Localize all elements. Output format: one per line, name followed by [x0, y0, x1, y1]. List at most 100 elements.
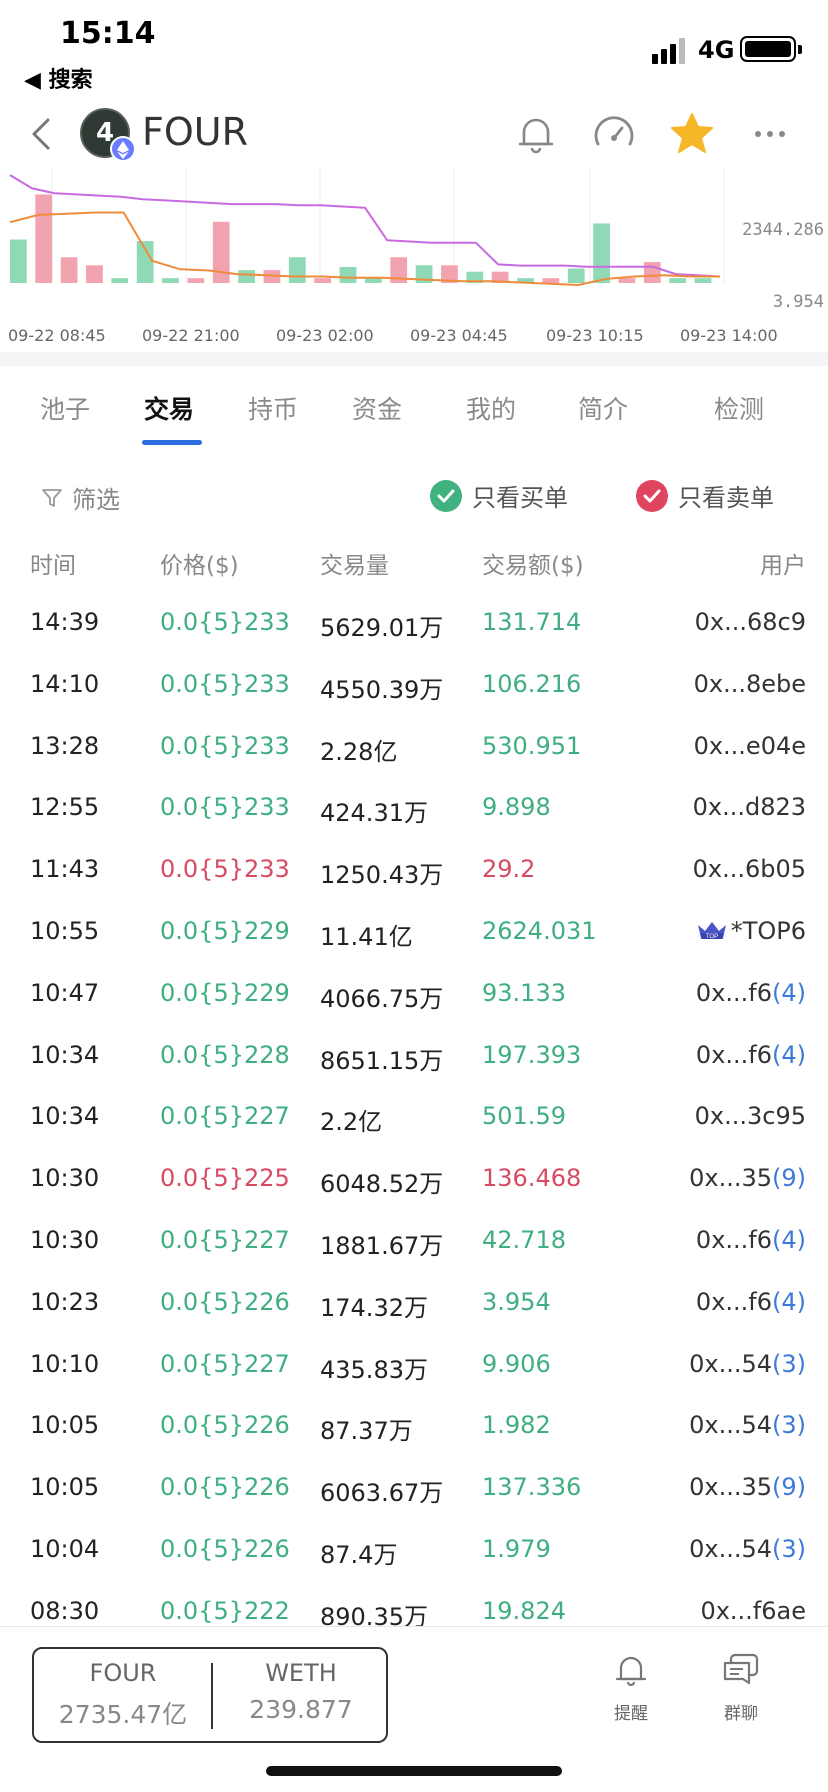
reserve-weth: WETH 239.877	[212, 1659, 390, 1724]
only-sell-toggle[interactable]: 只看卖单	[636, 478, 774, 513]
tab-intro[interactable]: 简介	[578, 390, 628, 426]
table-row[interactable]: 13:28 0.0{5}233 2.28亿 530.951 0x...e04e	[0, 722, 828, 784]
reserve-amount: 239.877	[249, 1695, 353, 1724]
row-user[interactable]: 0x...f6ae	[700, 1597, 806, 1625]
row-time: 10:10	[30, 1349, 100, 1378]
back-to-search-link[interactable]: ◀ 搜索	[24, 62, 93, 94]
filter-button[interactable]: 筛选	[40, 480, 120, 515]
reserve-symbol: FOUR	[89, 1659, 157, 1687]
row-user[interactable]: 0x...54(3)	[689, 1350, 806, 1378]
volume-bar	[10, 239, 27, 283]
x-tick-label: 09-23 02:00	[276, 326, 374, 345]
row-time: 12:55	[30, 793, 100, 822]
table-row[interactable]: 10:10 0.0{5}227 435.83万 9.906 0x...54(3)	[0, 1340, 828, 1402]
row-user[interactable]: 0x...54(3)	[689, 1535, 806, 1563]
tab-check[interactable]: 检测	[714, 390, 764, 426]
row-user[interactable]: 0x...68c9	[695, 608, 806, 636]
row-user[interactable]: 0x...f6(4)	[696, 1041, 806, 1069]
table-row[interactable]: 10:34 0.0{5}228 8651.15万 197.393 0x...f6(4)	[0, 1031, 828, 1093]
alert-button[interactable]: 提醒	[596, 1651, 666, 1724]
row-time: 11:43	[30, 855, 100, 884]
price-series-line	[9, 174, 721, 278]
table-row[interactable]: 11:43 0.0{5}233 1250.43万 29.2 0x...6b05	[0, 845, 828, 907]
volume-bar	[593, 223, 610, 283]
user-address: 0x...6b05	[692, 855, 806, 884]
user-tx-count: (4)	[772, 1225, 806, 1254]
check-circle-icon	[430, 479, 462, 512]
tab-pool[interactable]: 池子	[40, 390, 90, 426]
row-amount: 530.951	[482, 731, 582, 760]
row-user[interactable]: 0x...35(9)	[689, 1473, 806, 1501]
row-user[interactable]: 0x...35(9)	[689, 1164, 806, 1192]
table-row[interactable]: 10:47 0.0{5}229 4066.75万 93.133 0x...f6(4)	[0, 969, 828, 1031]
user-address: 0x...8ebe	[693, 669, 806, 698]
table-row[interactable]: 10:30 0.0{5}225 6048.52万 136.468 0x...35(9)	[0, 1154, 828, 1216]
table-row[interactable]: 10:55 0.0{5}229 11.41亿 2624.031 TOP *TOP6	[0, 907, 828, 969]
row-user[interactable]: 0x...d823	[693, 793, 806, 821]
row-price: 0.0{5}233	[160, 855, 290, 884]
table-row[interactable]: 14:10 0.0{5}233 4550.39万 106.216 0x...8ebe	[0, 660, 828, 722]
row-price: 0.0{5}227	[160, 1225, 290, 1254]
table-row[interactable]: 14:39 0.0{5}233 5629.01万 131.714 0x...68c9	[0, 598, 828, 660]
chart-x-axis: 09-22 08:45 09-22 21:00 09-23 02:00 09-2…	[0, 326, 828, 350]
battery-icon	[740, 36, 802, 62]
tab-funds[interactable]: 资金	[352, 390, 402, 426]
row-price: 0.0{5}233	[160, 669, 290, 698]
table-row[interactable]: 10:04 0.0{5}226 87.4万 1.979 0x...54(3)	[0, 1525, 828, 1587]
row-user[interactable]: 0x...f6(4)	[696, 1226, 806, 1254]
table-row[interactable]: 10:34 0.0{5}227 2.2亿 501.59 0x...3c95	[0, 1092, 828, 1154]
reserve-symbol: WETH	[265, 1659, 337, 1687]
table-row[interactable]: 10:30 0.0{5}227 1881.67万 42.718 0x...f6(4)	[0, 1216, 828, 1278]
table-row[interactable]: 10:23 0.0{5}226 174.32万 3.954 0x...f6(4)	[0, 1278, 828, 1340]
filter-row: 筛选 只看买单 只看卖单	[0, 472, 828, 522]
row-amount: 9.898	[482, 793, 551, 822]
user-address: 0x...35	[689, 1164, 772, 1193]
only-sell-label: 只看卖单	[678, 484, 774, 512]
table-row[interactable]: 12:55 0.0{5}233 424.31万 9.898 0x...d823	[0, 783, 828, 845]
user-tx-count: (4)	[772, 1287, 806, 1316]
row-user[interactable]: 0x...e04e	[694, 732, 806, 760]
group-chat-button[interactable]: 群聊	[706, 1651, 776, 1724]
signal-icon	[652, 38, 685, 64]
row-price: 0.0{5}227	[160, 1349, 290, 1378]
row-price: 0.0{5}233	[160, 731, 290, 760]
row-volume: 435.83万	[320, 1355, 428, 1384]
row-user[interactable]: 0x...6b05	[693, 855, 806, 883]
row-user[interactable]: 0x...f6(4)	[696, 1288, 806, 1316]
row-price: 0.0{5}226	[160, 1287, 290, 1316]
row-user[interactable]: 0x...f6(4)	[696, 979, 806, 1007]
tab-mine[interactable]: 我的	[466, 390, 516, 426]
network-type: 4G	[698, 36, 735, 64]
row-amount: 137.336	[482, 1473, 582, 1502]
pair-reserves-box[interactable]: FOUR 2735.47亿 WETH 239.877	[32, 1647, 388, 1743]
row-volume: 87.4万	[320, 1540, 398, 1569]
row-volume: 11.41亿	[320, 922, 413, 951]
row-amount: 42.718	[482, 1225, 566, 1254]
tab-trades[interactable]: 交易	[144, 390, 194, 426]
row-user[interactable]: 0x...8ebe	[694, 670, 806, 698]
top-holder-crown-icon: TOP	[697, 921, 726, 940]
funnel-icon	[42, 488, 62, 507]
favorite-star-icon[interactable]	[668, 110, 716, 158]
bell-icon[interactable]	[512, 110, 560, 158]
volume-bar	[238, 270, 255, 283]
only-buy-toggle[interactable]: 只看买单	[430, 478, 568, 513]
row-user[interactable]: TOP *TOP6	[695, 917, 806, 945]
row-user[interactable]: 0x...54(3)	[689, 1411, 806, 1439]
only-buy-label: 只看买单	[472, 484, 568, 512]
table-row[interactable]: 10:05 0.0{5}226 87.37万 1.982 0x...54(3)	[0, 1401, 828, 1463]
table-row[interactable]: 10:05 0.0{5}226 6063.67万 137.336 0x...35(9)	[0, 1463, 828, 1525]
ethereum-chain-icon	[110, 136, 136, 162]
row-user[interactable]: 0x...3c95	[695, 1102, 806, 1130]
tab-holders[interactable]: 持币	[248, 390, 298, 426]
more-icon[interactable]	[746, 110, 794, 158]
row-volume: 2.28亿	[320, 737, 398, 766]
row-price: 0.0{5}229	[160, 978, 290, 1007]
x-tick-label: 09-23 14:00	[680, 326, 778, 345]
gauge-icon[interactable]	[590, 110, 638, 158]
row-volume: 2.2亿	[320, 1108, 383, 1137]
volume-bar	[35, 194, 53, 283]
reserve-amount: 2735.47亿	[58, 1700, 188, 1729]
back-chevron-icon[interactable]	[26, 114, 56, 154]
row-volume: 4066.75万	[320, 984, 444, 1013]
